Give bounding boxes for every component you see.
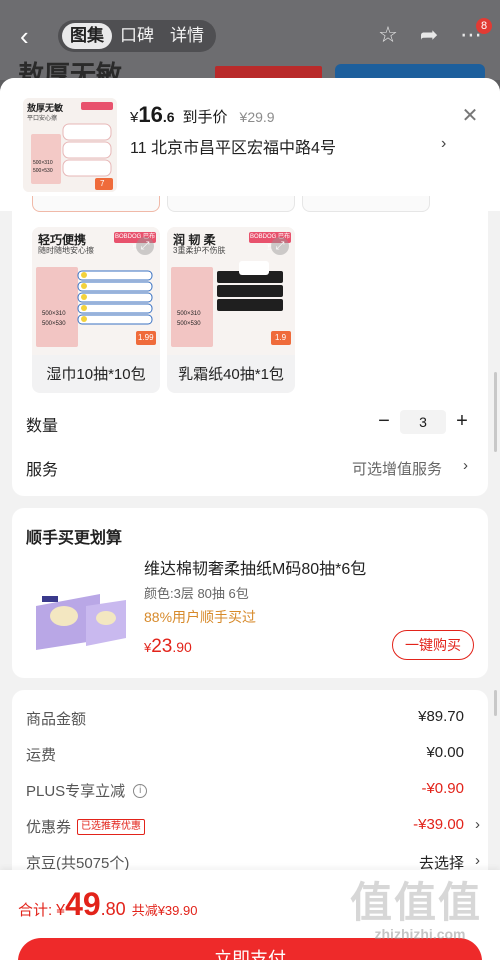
option-label: 湿巾10抽*10包 xyxy=(46,366,146,383)
addon-card: 顺手买更划算 维达棉韧奢柔抽纸M码80抽*6包 颜色:3层 80抽 6包 88%… xyxy=(12,508,488,678)
quantity-stepper: − 3 + xyxy=(374,410,472,434)
addon-buyers-note: 88%用户顺手买过 xyxy=(144,609,257,625)
addon-product-spec: 颜色:3层 80抽 6包 xyxy=(144,586,249,601)
tab-gallery[interactable]: 图集 xyxy=(62,23,112,49)
option-label: 乳霜纸40抽*1包 xyxy=(178,366,284,383)
option-image-subtitle: 随时随地安心擦 xyxy=(38,246,94,255)
shipping-label: 运费 xyxy=(26,747,57,764)
quantity-label: 数量 xyxy=(26,418,59,435)
original-price: ¥29.9 xyxy=(239,109,275,125)
back-arrow-icon[interactable]: ‹ xyxy=(20,22,38,50)
total-saved: 共减¥39.90 xyxy=(131,903,198,918)
total-label: 合计: xyxy=(18,902,53,919)
one-click-buy-button[interactable]: 一键购买 xyxy=(392,630,474,660)
plus-button[interactable]: + xyxy=(452,411,472,432)
chevron-right-icon[interactable]: › xyxy=(441,135,446,153)
price-integer: 23 xyxy=(151,636,173,657)
info-icon[interactable]: i xyxy=(133,783,148,798)
message-badge: 8 xyxy=(476,18,492,34)
scrollbar[interactable] xyxy=(494,690,497,716)
option-spec-2: 500×530 xyxy=(42,321,66,327)
sheet-header: 敖厚无敏 平口安心擦 500×310 500×530 7 ¥ 16 .6 到手价… xyxy=(0,78,500,211)
minus-button[interactable]: − xyxy=(374,411,394,432)
currency-symbol: ¥ xyxy=(144,640,152,655)
product-thumbnail: 敖厚无敏 平口安心擦 500×310 500×530 7 xyxy=(23,98,117,192)
zoom-icon[interactable]: ⤢ xyxy=(271,237,289,255)
chevron-right-icon[interactable]: › xyxy=(475,852,480,869)
option-wet-wipes[interactable]: 轻巧便携 随时随地安心擦 BOBDOG 巴布豆 500×310 500×530 … xyxy=(32,227,160,393)
option-cream-tissue[interactable]: 润 韧 柔 3重柔护不伤肤 BOBDOG 巴布豆 500×310 500×530… xyxy=(167,227,295,393)
coupon-label: 优惠券 xyxy=(26,819,72,836)
shipping-value: ¥0.00 xyxy=(426,744,464,761)
goods-amount-row: 商品金额 ¥89.70 xyxy=(26,708,474,732)
scrollbar[interactable] xyxy=(494,372,497,452)
star-icon[interactable]: ☆ xyxy=(375,22,401,48)
final-price: ¥ 16 .6 到手价 ¥29.9 xyxy=(130,102,275,128)
thumb-subtitle: 平口安心擦 xyxy=(27,116,58,122)
option-image: 轻巧便携 随时随地安心擦 BOBDOG 巴布豆 500×310 500×530 … xyxy=(32,227,160,355)
zoom-icon[interactable]: ⤢ xyxy=(136,237,154,255)
goods-amount-value: ¥89.70 xyxy=(418,708,464,725)
watermark-url: zhizhizhi.com xyxy=(374,926,466,942)
thumb-badge: 7 xyxy=(100,179,105,188)
option-price-badge: 1.9 xyxy=(275,333,287,342)
plus-discount-row: PLUS专享立减 i -¥0.90 xyxy=(26,780,474,804)
price-decimal: .90 xyxy=(172,639,192,655)
service-value[interactable]: 可选增值服务 xyxy=(352,458,442,479)
addon-product-image[interactable] xyxy=(30,554,130,660)
addon-title: 顺手买更划算 xyxy=(26,530,123,547)
currency-symbol: ¥ xyxy=(130,109,139,126)
coupon-value: -¥39.00 xyxy=(413,816,464,833)
quantity-input[interactable]: 3 xyxy=(400,410,446,434)
order-total: 合计: ¥ 49 .80 共减¥39.90 xyxy=(18,886,197,923)
option-spec-2: 500×530 xyxy=(177,321,201,327)
shipping-row: 运费 ¥0.00 xyxy=(26,744,474,768)
addon-product-name[interactable]: 维达棉韧奢柔抽纸M码80抽*6包 xyxy=(144,555,366,579)
chevron-right-icon[interactable]: › xyxy=(475,816,480,833)
option-previous-row-right[interactable] xyxy=(302,196,430,212)
option-spec-1: 500×310 xyxy=(177,311,201,317)
nav-tab-group: 图集 口碑 详情 xyxy=(58,20,216,52)
option-image-subtitle: 3重柔护不伤肤 xyxy=(173,246,226,255)
option-spec-1: 500×310 xyxy=(42,311,66,317)
tab-reviews[interactable]: 口碑 xyxy=(112,23,162,49)
service-label: 服务 xyxy=(26,462,59,479)
plus-discount-label: PLUS专享立减 xyxy=(26,783,126,800)
option-previous-row-middle[interactable] xyxy=(167,196,295,212)
coupon-row[interactable]: 优惠券 已选推荐优惠 -¥39.00 › xyxy=(26,816,480,840)
tab-details[interactable]: 详情 xyxy=(162,23,212,49)
addon-price: ¥ 23 .90 xyxy=(144,636,192,658)
thumb-spec-1: 500×310 xyxy=(33,160,53,166)
option-previous-row-left[interactable] xyxy=(32,196,160,212)
coupon-recommended-tag: 已选推荐优惠 xyxy=(77,818,146,835)
share-icon[interactable]: ➦ xyxy=(416,22,442,48)
option-price-badge: 1.99 xyxy=(138,333,154,342)
close-icon[interactable]: ✕ xyxy=(460,106,480,126)
delivery-address[interactable]: 11 北京市昌平区宏福中路4号 xyxy=(130,134,336,158)
plus-discount-value: -¥0.90 xyxy=(421,780,464,797)
option-image: 润 韧 柔 3重柔护不伤肤 BOBDOG 巴布豆 500×310 500×530… xyxy=(167,227,295,355)
plus-discount-label-group: PLUS专享立减 i xyxy=(26,780,148,801)
price-integer: 16 xyxy=(138,102,163,127)
thumb-spec-2: 500×530 xyxy=(33,168,53,174)
total-decimal: .80 xyxy=(100,899,126,919)
purchase-sheet: 敖厚无敏 平口安心擦 500×310 500×530 7 ¥ 16 .6 到手价… xyxy=(0,78,500,960)
options-card: 轻巧便携 随时随地安心擦 BOBDOG 巴布豆 500×310 500×530 … xyxy=(12,196,488,496)
goods-amount-label: 商品金额 xyxy=(26,711,87,728)
watermark-logo: 值值值 zhizhizhi.com xyxy=(350,880,490,950)
coupon-label-group: 优惠券 已选推荐优惠 xyxy=(26,816,146,837)
watermark-mark: 值值值 xyxy=(350,879,483,926)
currency-symbol: ¥ xyxy=(56,902,66,919)
price-label: 到手价 xyxy=(182,109,228,126)
total-integer: 49 xyxy=(65,886,101,922)
chevron-right-icon[interactable]: › xyxy=(463,457,468,474)
price-decimal: .6 xyxy=(162,109,175,125)
